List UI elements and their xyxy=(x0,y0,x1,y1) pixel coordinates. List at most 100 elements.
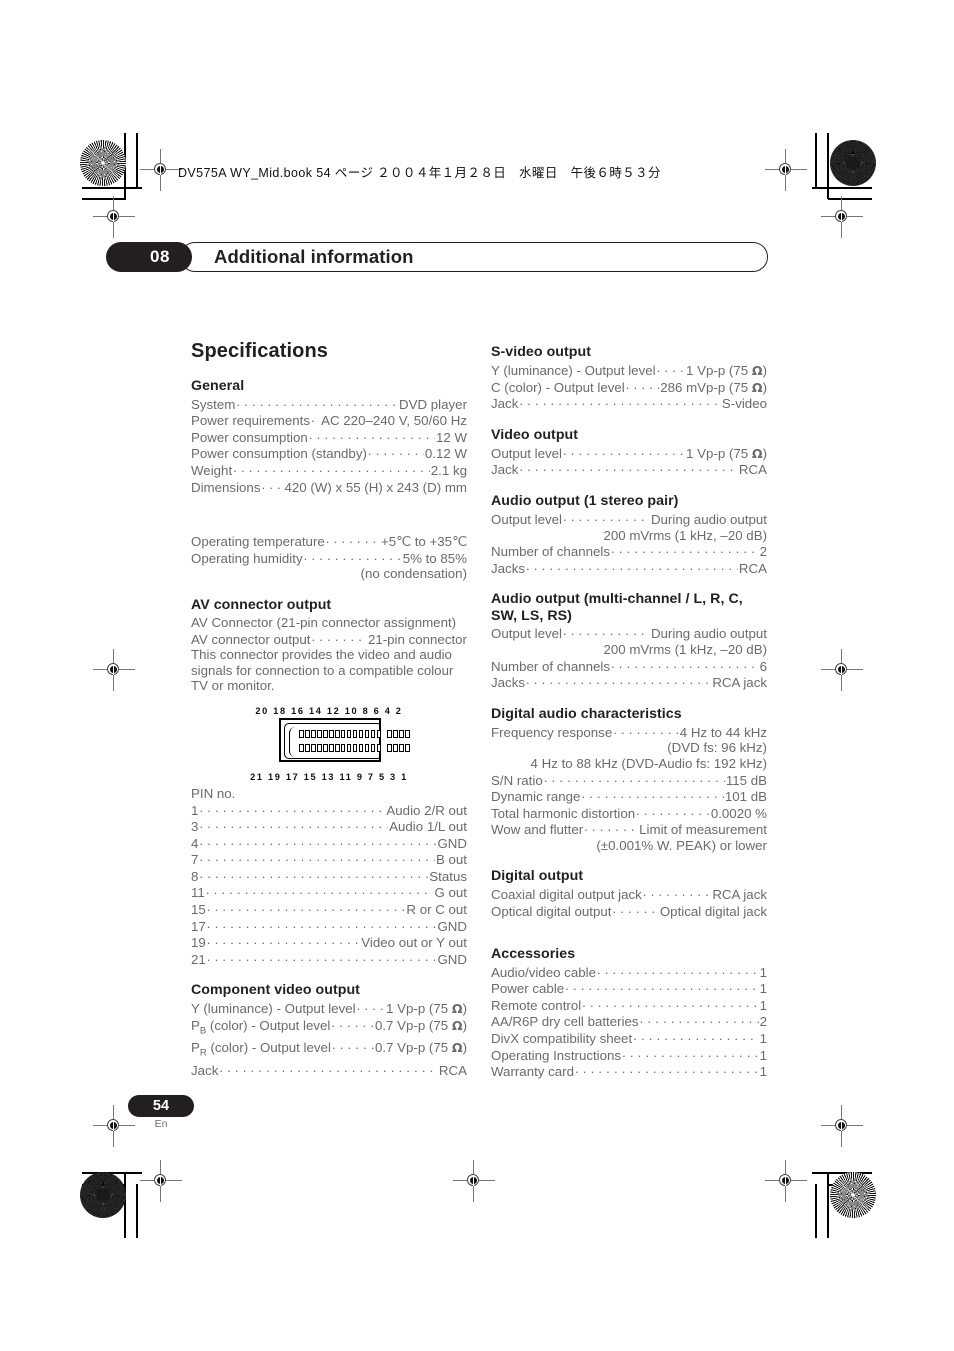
leader-dots xyxy=(311,412,320,425)
registration-mark-lower-left xyxy=(93,1105,135,1147)
audio-stereo-level-continuation: 200 mVrms (1 kHz, –20 dB) xyxy=(603,527,767,543)
spec-value: 0.7 Vp-p (75 Ω) xyxy=(374,1040,467,1056)
registration-mark-bottom-right xyxy=(765,1160,807,1202)
condensation-note: (no condensation) xyxy=(360,566,467,582)
accessory-quantity: 2 xyxy=(759,1014,767,1030)
pin-row: 21 GND xyxy=(191,951,467,968)
spec-value: Limit of measurement xyxy=(639,822,767,838)
spec-value: RCA jack xyxy=(712,675,767,691)
crop-mark-tl-h1 xyxy=(82,187,142,189)
scart-connector-diagram: 20 18 16 14 12 10 8 6 4 2 21 19 17 15 13… xyxy=(191,704,467,786)
spec-label: Operating temperature xyxy=(191,534,325,550)
pin-function: GND xyxy=(437,951,467,967)
pin-row: 15 R or C out xyxy=(191,901,467,918)
accessory-row: Remote control 1 xyxy=(491,997,767,1014)
leader-dots xyxy=(309,429,435,442)
leader-dots xyxy=(199,835,436,848)
crop-mark-tl-v2 xyxy=(136,133,138,188)
spec-row: Jacks RCA jack xyxy=(491,674,767,691)
leader-dots xyxy=(199,818,388,831)
leader-dots xyxy=(199,868,428,881)
leader-dots xyxy=(357,1000,385,1013)
spec-row: Total harmonic distortion 0.0020 % xyxy=(491,805,767,822)
spec-value: DVD player xyxy=(399,396,467,412)
spec-label: Total harmonic distortion xyxy=(491,805,636,821)
pin-row: 8 Status xyxy=(191,868,467,885)
spec-row: Dimensions 420 (W) x 55 (H) x 243 (D) mm xyxy=(191,479,467,496)
section-heading-component-video: Component video output xyxy=(191,982,360,999)
scart-connector-shell xyxy=(284,722,410,759)
leader-dots xyxy=(199,851,435,864)
leader-dots xyxy=(219,1062,438,1075)
registration-mark-bottom-center xyxy=(453,1160,495,1202)
section-heading-video-output: Video output xyxy=(491,426,579,443)
registration-mark-top-left xyxy=(140,149,182,191)
spec-label: C (color) - Output level xyxy=(491,379,625,395)
crop-mark-bl-v1 xyxy=(124,1172,126,1238)
spec-value: 21-pin connector xyxy=(367,631,467,647)
crop-mark-br-v2 xyxy=(815,1184,817,1238)
print-calibration-starburst-tl xyxy=(80,140,126,186)
spec-value: During audio output xyxy=(650,511,767,527)
crop-mark-tr-v1 xyxy=(827,133,829,199)
leader-dots xyxy=(261,479,283,492)
frequency-response-line2: (DVD fs: 96 kHz) xyxy=(667,740,767,756)
spec-value: 0.0020 % xyxy=(710,805,767,821)
leader-dots xyxy=(207,951,437,964)
spec-label: AV connector output xyxy=(191,631,311,647)
leader-dots xyxy=(565,980,758,993)
chapter-title: Additional information xyxy=(214,246,414,267)
leader-dots xyxy=(611,543,759,556)
spec-row: Jacks RCA xyxy=(491,560,767,577)
leader-dots xyxy=(332,1039,374,1052)
leader-dots xyxy=(597,964,759,977)
spec-label: Power consumption (standby) xyxy=(191,446,367,462)
scart-pin-row-odd xyxy=(299,743,410,752)
spec-label: Power consumption xyxy=(191,429,308,445)
spec-value: 5% to 85% xyxy=(402,550,467,566)
spec-row: Jack RCA xyxy=(191,1062,467,1079)
spec-label: Number of channels xyxy=(491,544,610,560)
spec-row: Frequency response 4 Hz to 44 kHz xyxy=(491,724,767,741)
spec-row: PB (color) - Output level 0.7 Vp-p (75 Ω) xyxy=(191,1017,467,1039)
print-calibration-starburst-br xyxy=(830,1172,876,1218)
leader-dots xyxy=(199,802,385,815)
accessory-quantity: 1 xyxy=(759,964,767,980)
spec-row: Weight 2.1 kg xyxy=(191,462,467,479)
spec-value: RCA xyxy=(438,1062,467,1078)
pin-list-heading: PIN no. xyxy=(191,785,236,801)
spec-label: Dynamic range xyxy=(491,789,581,805)
spec-row: Number of channels 2 xyxy=(491,543,767,560)
leader-dots xyxy=(207,901,406,914)
accessory-label: DivX compatibility sheet xyxy=(491,1031,633,1047)
spec-row: Y (luminance) - Output level 1 Vp-p (75 Ω… xyxy=(191,1000,467,1017)
document-page: DV575A WY_Mid.book 54 ページ ２００４年１月２８日 水曜日… xyxy=(0,0,954,1351)
spec-label: S/N ratio xyxy=(491,772,543,788)
pin-row: 17 GND xyxy=(191,918,467,935)
spec-label: Weight xyxy=(191,462,233,478)
spec-label: Jack xyxy=(191,1062,219,1078)
leader-dots xyxy=(633,1030,758,1043)
leader-dots xyxy=(626,379,659,392)
pin-row: 11 G out xyxy=(191,884,467,901)
leader-dots xyxy=(233,462,430,475)
spec-row: Dynamic range 101 dB xyxy=(491,788,767,805)
leader-dots xyxy=(544,772,725,785)
spec-label: Jack xyxy=(491,462,519,478)
pin-number: 17 xyxy=(191,918,206,934)
pin-function: Audio 1/L out xyxy=(389,819,467,835)
accessory-quantity: 1 xyxy=(759,997,767,1013)
spec-row: Wow and flutter Limit of measurement xyxy=(491,821,767,838)
leader-dots xyxy=(519,395,721,408)
spec-row: System DVD player xyxy=(191,396,467,413)
pin-number: 1 xyxy=(191,802,199,818)
pin-function: B out xyxy=(435,852,467,868)
crop-mark-tr-v2 xyxy=(815,133,817,188)
right-column: S-video output Y (luminance) - Output le… xyxy=(491,344,767,1080)
spec-row: Jack S-video xyxy=(491,395,767,412)
leader-dots xyxy=(636,805,710,818)
pin-row: 7 B out xyxy=(191,851,467,868)
leader-dots xyxy=(368,445,424,458)
leader-dots xyxy=(563,625,650,638)
spec-row: Y (luminance) - Output level 1 Vp-p (75 Ω… xyxy=(491,362,767,379)
